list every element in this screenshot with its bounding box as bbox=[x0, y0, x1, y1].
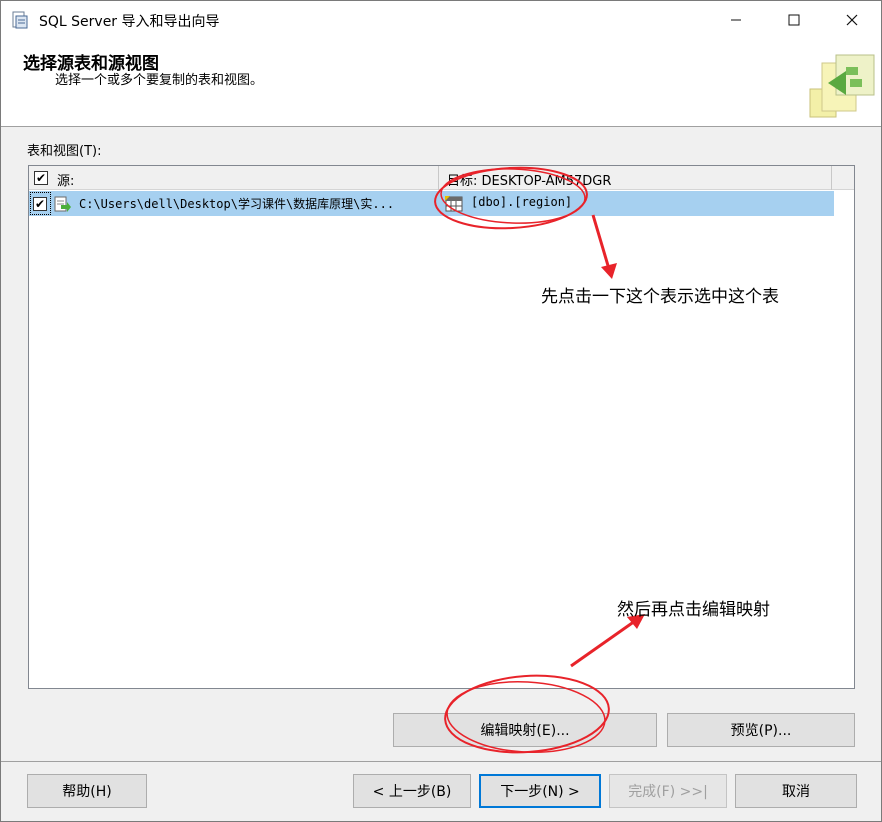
annotation-note-select-table: 先点击一下这个表示选中这个表 bbox=[541, 287, 779, 307]
annotation-arrow-1 bbox=[591, 214, 611, 270]
annotation-overlay bbox=[434, 166, 645, 754]
annotation-circle-destination-2 bbox=[440, 168, 586, 224]
annotation-arrow-2 bbox=[570, 619, 636, 668]
annotation-arrow-1-head bbox=[601, 263, 617, 279]
annotation-circle-destination bbox=[434, 166, 588, 230]
import-export-wizard-window: SQL Server 导入和导出向导 选择源表和源视图 选择一个或多个要复制的表… bbox=[0, 0, 882, 822]
annotation-circle-edit-mappings bbox=[444, 674, 610, 754]
annotation-note-edit-mappings: 然后再点击编辑映射 bbox=[617, 600, 770, 620]
